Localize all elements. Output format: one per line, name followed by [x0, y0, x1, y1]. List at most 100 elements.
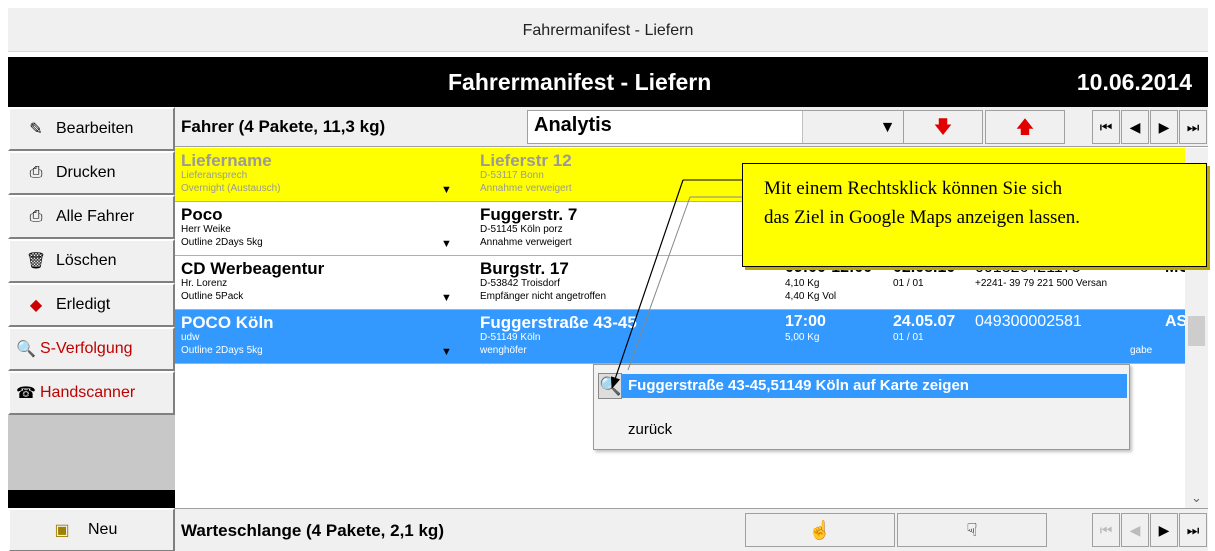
handscanner-button[interactable]: ☎ Handscanner: [8, 371, 175, 415]
last-button[interactable]: ⏭: [1179, 110, 1207, 144]
sidebar-divider: [8, 490, 175, 508]
scrollbar-thumb[interactable]: [1188, 316, 1205, 346]
prev-icon: ◀: [1129, 522, 1141, 538]
app-header: Fahrermanifest - Liefern 10.06.2014: [8, 57, 1208, 107]
contact-person: Herr Weike: [181, 224, 231, 235]
street: Fuggerstraße 43-45: [480, 313, 637, 332]
queue-prev-button[interactable]: ◀: [1121, 513, 1149, 547]
delivery-status: Annahme verweigert: [480, 237, 572, 248]
city: D-53117 Bonn: [480, 170, 544, 181]
prev-button[interactable]: ◀: [1121, 110, 1149, 144]
tracking-number: 049300002581: [975, 313, 1082, 330]
window-title: Fahrermanifest - Liefern: [522, 22, 694, 39]
move-down-button[interactable]: 🡇: [903, 110, 983, 144]
recipient-name: POCO Köln: [181, 313, 274, 332]
queue-first-button[interactable]: ⏮: [1092, 513, 1120, 547]
next-icon: ▶: [1158, 522, 1170, 538]
delivery-time: 17:00: [785, 313, 826, 330]
next-icon: ▶: [1158, 119, 1170, 135]
chevron-down-icon[interactable]: ▼: [441, 184, 452, 196]
chevron-down-icon[interactable]: ▼: [441, 346, 452, 358]
tracking-button[interactable]: 🔍 S-Verfolgung: [8, 327, 175, 371]
queue-last-button[interactable]: ⏭: [1179, 513, 1207, 547]
done-button-label: Erledigt: [56, 296, 111, 313]
first-button[interactable]: ⏮: [1092, 110, 1120, 144]
contact-person: Hr. Lorenz: [181, 278, 228, 289]
arrow-up-icon: 🡅: [1015, 117, 1035, 137]
delivery-status: wenghöfer: [480, 345, 527, 356]
chevron-down-icon[interactable]: ▼: [441, 238, 452, 250]
queue-summary: Warteschlange (4 Pakete, 2,1 kg): [181, 521, 444, 540]
status-note: gabe: [1130, 345, 1153, 356]
edit-button[interactable]: ✎ Bearbeiten: [8, 107, 175, 151]
handscanner-button-label: Handscanner: [40, 384, 136, 401]
delivery-status: Empfänger nicht angetroffen: [480, 291, 607, 302]
service-type: Outline 2Days 5kg: [181, 345, 263, 356]
eraser-icon: ◆: [29, 297, 43, 314]
package-icon: ▣: [54, 522, 70, 539]
tracking-button-label: S-Verfolgung: [40, 340, 133, 357]
printer-icon: ⎙: [29, 164, 43, 181]
back-item[interactable]: zurück: [628, 421, 672, 438]
service-type: Outline 2Days 5kg: [181, 237, 263, 248]
delete-button-label: Löschen: [56, 252, 117, 269]
all-drivers-button-label: Alle Fahrer: [56, 208, 135, 225]
queue-in-button[interactable]: ☝: [745, 513, 895, 547]
list-item-selected[interactable]: POCO Köln udw Outline 2Days 5kg ▼ Fugger…: [175, 310, 1185, 364]
service-type: Outline 5Pack: [181, 291, 244, 302]
package-count: 01 / 01: [893, 278, 924, 289]
city: D-53842 Troisdorf: [480, 278, 561, 289]
last-icon: ⏭: [1186, 522, 1200, 538]
window-titlebar: Fahrermanifest - Liefern: [8, 8, 1208, 52]
scroll-down-icon[interactable]: ⌄: [1185, 490, 1208, 506]
queue-toolbar: Warteschlange (4 Pakete, 2,1 kg) ☝ ☟ ⏮ ◀…: [175, 508, 1208, 551]
service-type: Overnight (Austausch): [181, 183, 281, 194]
prev-icon: ◀: [1129, 119, 1141, 135]
street: Burgstr. 17: [480, 259, 569, 278]
queue-out-button[interactable]: ☟: [897, 513, 1047, 547]
magnifier-icon: 🔍: [598, 373, 622, 399]
move-up-button[interactable]: 🡅: [985, 110, 1065, 144]
edit-icon: ✎: [29, 121, 43, 138]
contact-person: Lieferansprech: [181, 170, 248, 181]
chevron-down-icon[interactable]: ▼: [441, 292, 452, 304]
arrow-down-icon: 🡇: [933, 117, 953, 137]
first-icon: ⏮: [1099, 522, 1113, 538]
street: Lieferstr 12: [480, 151, 572, 170]
all-drivers-button[interactable]: ⎙ Alle Fahrer: [8, 195, 175, 239]
depot-code: AS: [1165, 313, 1185, 330]
delivery-status: Annahme verweigert: [480, 183, 572, 194]
volume-weight: 4,40 Kg Vol: [785, 291, 837, 302]
tooltip-callout: Mit einem Rechtsklick können Sie sich da…: [742, 163, 1207, 267]
callout-line-1: Mit einem Rechtsklick können Sie sich: [764, 178, 1063, 199]
recipient-name: Liefername: [181, 151, 272, 170]
queue-next-button[interactable]: ▶: [1150, 513, 1178, 547]
new-button[interactable]: ▣ Neu: [8, 508, 175, 551]
city: D-51145 Köln porz: [480, 224, 563, 235]
driver-select-value: Analytis: [534, 114, 612, 136]
header-date: 10.06.2014: [1076, 69, 1192, 95]
shipment-date: 24.05.07: [893, 313, 956, 330]
delete-button[interactable]: 🗑 Löschen: [8, 239, 175, 283]
trash-icon: 🗑: [25, 253, 47, 270]
weight: 5,00 Kg: [785, 332, 820, 343]
contact-person: udw: [181, 332, 200, 343]
last-icon: ⏭: [1186, 119, 1200, 135]
first-icon: ⏮: [1099, 119, 1113, 135]
print-button[interactable]: ⎙ Drucken: [8, 151, 175, 195]
phone-number: +2241- 39 79 221 500 Versan: [975, 278, 1108, 289]
package-count: 01 / 01: [893, 332, 924, 343]
context-menu: 🔍 Fuggerstraße 43-45,51149 Köln auf Kart…: [593, 364, 1130, 450]
recipient-name: Poco: [181, 205, 223, 224]
show-on-map-item[interactable]: Fuggerstraße 43-45,51149 Köln auf Karte …: [622, 374, 1127, 398]
weight: 4,10 Kg: [785, 278, 820, 289]
callout-line-2: das Ziel in Google Maps anzeigen lassen.: [764, 207, 1081, 228]
scanner-icon: ☎: [16, 385, 36, 402]
sidebar: ✎ Bearbeiten ⎙ Drucken ⎙ Alle Fahrer 🗑 L…: [8, 107, 175, 551]
done-button[interactable]: ◆ Erledigt: [8, 283, 175, 327]
printer-icon: ⎙: [29, 208, 43, 225]
new-button-label: Neu: [88, 521, 118, 538]
next-button[interactable]: ▶: [1150, 110, 1178, 144]
recipient-name: CD Werbeagentur: [181, 259, 325, 278]
print-button-label: Drucken: [56, 164, 116, 181]
